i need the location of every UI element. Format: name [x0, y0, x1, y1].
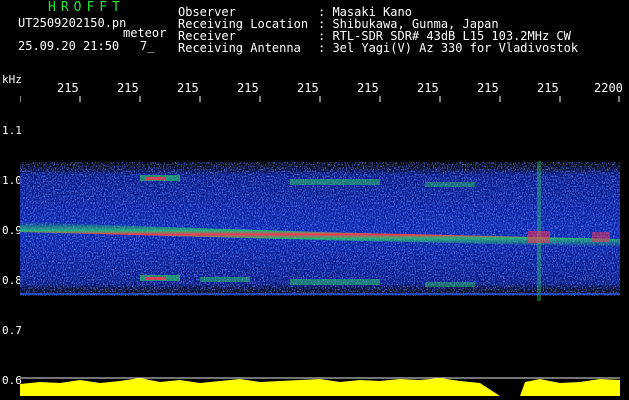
y-tick-label: 0.9 [2, 224, 22, 237]
x-tick-label: 215 [237, 81, 259, 95]
sideband-lower [200, 277, 250, 282]
y-tick-label: 0.6 [2, 374, 22, 387]
peak-dot [145, 277, 165, 280]
x-tick-label: 215 [117, 81, 139, 95]
y-tick-label: 0.8 [2, 274, 22, 287]
x-tick-label: 215 [537, 81, 559, 95]
app-title: HROFFT [48, 0, 125, 15]
meteor-burst [592, 232, 610, 242]
info-antenna-label: Receiving Antenna [178, 41, 301, 55]
sideband-upper [425, 182, 475, 187]
x-tick-label: 215 [57, 81, 79, 95]
sideband-lower [290, 279, 380, 285]
x-tick-label: 215 [357, 81, 379, 95]
sideband-lower [425, 282, 475, 287]
file-name: UT2509202150.pn [18, 16, 127, 30]
info-antenna-value: : 3el Yagi(V) Az 330 for Vladivostok [318, 41, 579, 55]
spectrogram-plot [20, 96, 620, 396]
x-ticks [20, 96, 620, 102]
meteor-burst [528, 231, 550, 243]
count-label: 7_ [140, 39, 155, 53]
y-tick-label: 1.1 [2, 124, 22, 137]
x-tick-label: 215 [417, 81, 439, 95]
y-tick-label: 1.0 [2, 174, 22, 187]
signal-level-bar [20, 378, 620, 396]
x-tick-label: 215 [297, 81, 319, 95]
peak-dot [145, 177, 165, 180]
y-axis-unit: kHz [2, 73, 22, 86]
x-tick-label: 2200 [594, 81, 623, 95]
x-tick-label: 215 [477, 81, 499, 95]
sideband-upper [290, 179, 380, 185]
file-tag: meteor [123, 26, 167, 40]
x-tick-label: 215 [177, 81, 199, 95]
y-tick-label: 0.7 [2, 324, 22, 337]
date-time: 25.09.20 21:50 [18, 39, 120, 53]
